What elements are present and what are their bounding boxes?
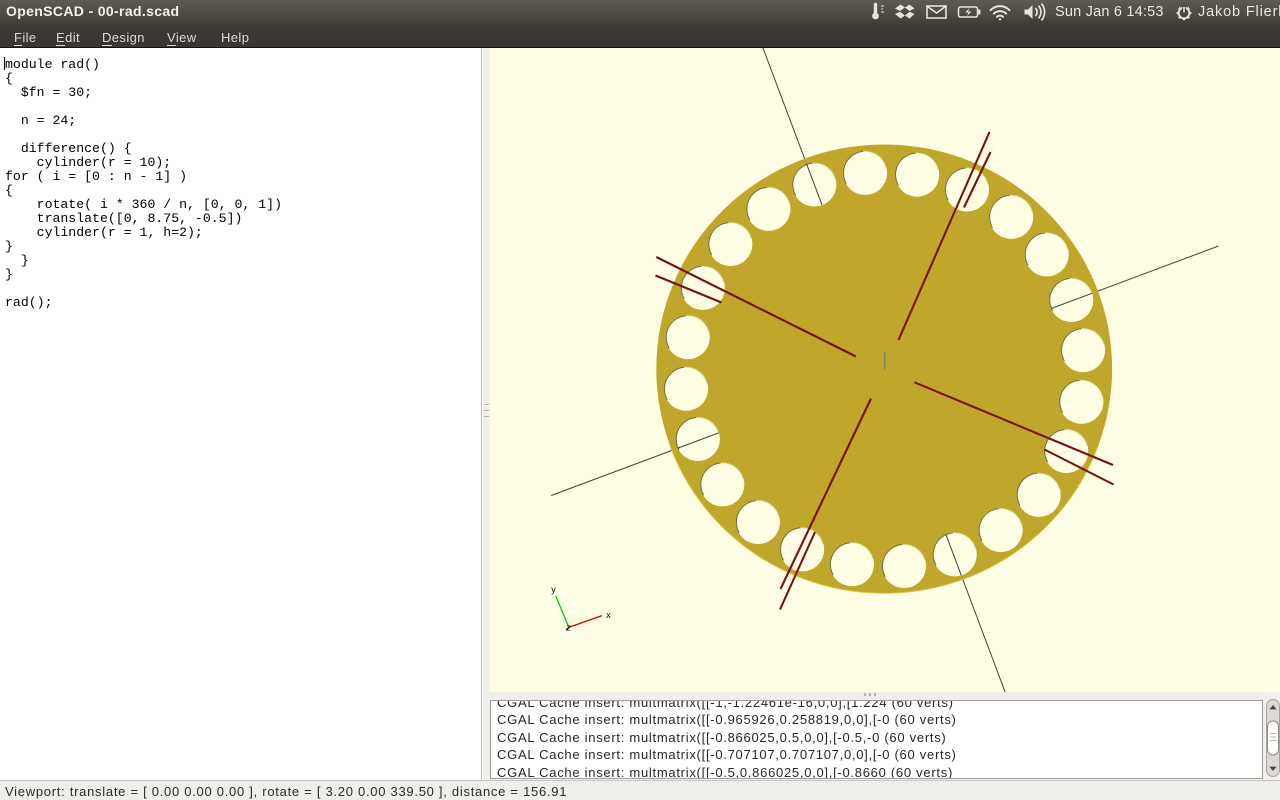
svg-text:x: x bbox=[606, 610, 611, 620]
svg-text:y: y bbox=[551, 585, 556, 595]
svg-text:z: z bbox=[567, 623, 572, 633]
